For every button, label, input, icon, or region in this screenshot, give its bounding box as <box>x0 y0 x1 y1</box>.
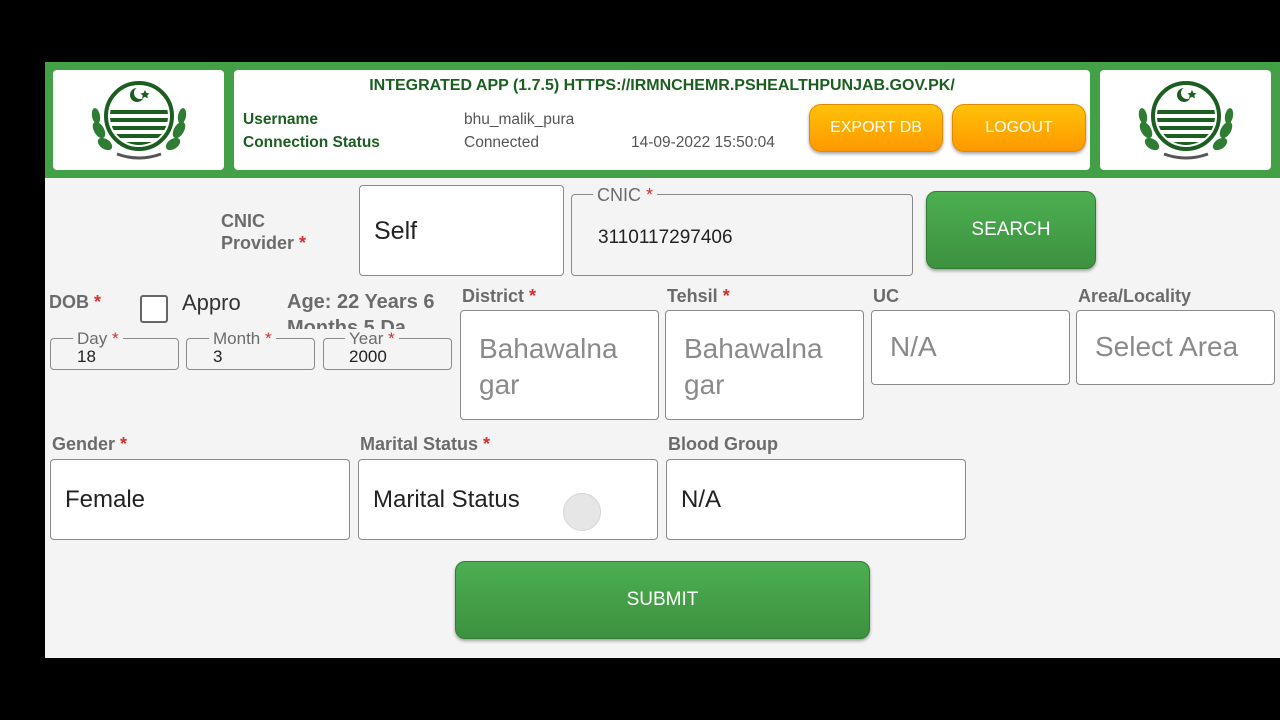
approx-dob-checkbox[interactable] <box>140 295 168 323</box>
dob-month-value: 3 <box>213 347 223 366</box>
left-logo-card <box>53 70 224 170</box>
marital-status-select[interactable]: Marital Status <box>358 459 658 540</box>
punjab-emblem-icon <box>91 81 186 160</box>
blood-group-value: N/A <box>681 486 722 513</box>
username-value: bhu_malik_pura <box>464 111 575 128</box>
age-text-container: Age: 22 Years 6 Months 5 Da <box>287 289 457 329</box>
uc-select[interactable]: N/A <box>871 310 1070 385</box>
dob-year-value: 2000 <box>349 347 387 366</box>
logout-button[interactable]: LOGOUT <box>952 104 1086 152</box>
district-value: Bahawalnagar <box>479 333 618 400</box>
district-select[interactable]: Bahawalnagar <box>460 310 659 420</box>
blood-group-select[interactable]: N/A <box>666 459 966 540</box>
timestamp: 14-09-2022 15:50:04 <box>631 134 775 151</box>
approx-dob-label: Appro <box>182 290 241 315</box>
connection-status-value: Connected <box>464 134 539 151</box>
cnic-provider-select[interactable]: Self <box>359 185 564 276</box>
username-label: Username <box>243 111 318 128</box>
cnic-provider-value: Self <box>374 217 418 245</box>
cnic-provider-label: CNIC Provider * <box>221 211 307 253</box>
connection-status-label: Connection Status <box>243 134 380 151</box>
tehsil-select[interactable]: Bahawalnagar <box>665 310 864 420</box>
dob-year-label: Year * <box>345 330 399 348</box>
marital-status-label: Marital Status * <box>360 434 491 454</box>
uc-label: UC <box>873 286 899 306</box>
cnic-value: 3110117297406 <box>598 227 733 248</box>
tehsil-value: Bahawalnagar <box>684 333 823 400</box>
age-text: Age: 22 Years 6 Months 5 Da <box>287 291 435 329</box>
blood-group-label: Blood Group <box>668 434 778 454</box>
export-db-button[interactable]: EXPORT DB <box>809 104 943 152</box>
gender-select[interactable]: Female <box>50 459 350 540</box>
dob-day-value: 18 <box>77 347 96 366</box>
tehsil-label: Tehsil * <box>667 286 730 306</box>
area-select[interactable]: Select Area <box>1076 310 1275 385</box>
dob-label: DOB * <box>49 292 102 312</box>
area-placeholder: Select Area <box>1095 331 1239 362</box>
marital-status-placeholder: Marital Status <box>373 486 520 513</box>
dob-day-label: Day * <box>73 330 123 348</box>
district-label: District * <box>462 286 537 306</box>
loading-spinner-icon <box>563 493 601 531</box>
app-title: INTEGRATED APP (1.7.5) HTTPS://IRMNCHEMR… <box>369 77 955 94</box>
gender-value: Female <box>65 486 146 513</box>
gender-label: Gender * <box>52 434 128 454</box>
app-screen: INTEGRATED APP (1.7.5) HTTPS://IRMNCHEMR… <box>45 62 1280 658</box>
app-header: INTEGRATED APP (1.7.5) HTTPS://IRMNCHEMR… <box>45 62 1280 178</box>
right-logo-card <box>1100 70 1271 170</box>
punjab-emblem-icon <box>1138 81 1233 160</box>
uc-value: N/A <box>890 331 937 362</box>
dob-month-label: Month * <box>209 330 276 348</box>
submit-button[interactable]: SUBMIT <box>455 561 870 639</box>
cnic-input[interactable]: 3110117297406 <box>571 194 913 276</box>
header-info-card: INTEGRATED APP (1.7.5) HTTPS://IRMNCHEMR… <box>234 70 1090 170</box>
cnic-label: CNIC * <box>593 186 658 204</box>
search-button[interactable]: SEARCH <box>926 191 1096 269</box>
area-label: Area/Locality <box>1078 286 1192 306</box>
